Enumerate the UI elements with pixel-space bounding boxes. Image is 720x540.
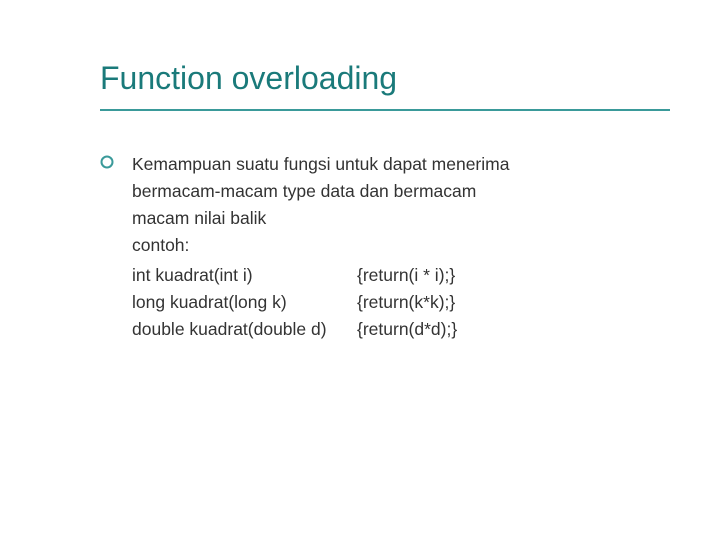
code-signature: double kuadrat(double d): [132, 316, 357, 343]
bullet-item: Kemampuan suatu fungsi untuk dapat mener…: [100, 151, 670, 343]
title-underline: [100, 109, 670, 111]
code-body: {return(d*d);}: [357, 316, 509, 343]
contoh-label: contoh:: [132, 232, 509, 259]
body-text-line: macam nilai balik: [132, 205, 509, 232]
code-signature: int kuadrat(int i): [132, 262, 357, 289]
code-signature: long kuadrat(long k): [132, 289, 357, 316]
body-text-line: bermacam-macam type data dan bermacam: [132, 178, 509, 205]
code-row: long kuadrat(long k) {return(k*k);}: [132, 289, 509, 316]
code-example-block: int kuadrat(int i) {return(i * i);} long…: [132, 262, 509, 343]
bullet-content: Kemampuan suatu fungsi untuk dapat mener…: [132, 151, 509, 343]
code-row: int kuadrat(int i) {return(i * i);}: [132, 262, 509, 289]
slide-title: Function overloading: [100, 60, 670, 97]
code-body: {return(k*k);}: [357, 289, 509, 316]
code-body: {return(i * i);}: [357, 262, 509, 289]
bullet-circle-icon: [100, 155, 114, 174]
code-row: double kuadrat(double d) {return(d*d);}: [132, 316, 509, 343]
body-text-line: Kemampuan suatu fungsi untuk dapat mener…: [132, 151, 509, 178]
